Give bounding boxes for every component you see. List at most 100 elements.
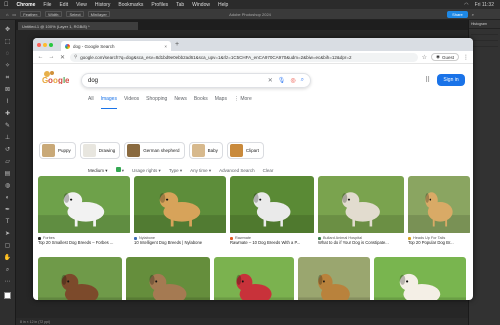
crop-tool-icon[interactable]: ⌗: [4, 74, 12, 82]
image-caption[interactable]: Top 20 Popular Dog Br...: [408, 240, 470, 245]
usage-rights-filter[interactable]: Usage rights ▾: [132, 168, 161, 174]
frame-tool-icon[interactable]: ⊠: [4, 86, 12, 94]
menu-help[interactable]: Help: [218, 2, 228, 8]
apple-logo-icon[interactable]: : [4, 2, 9, 8]
healing-brush-icon[interactable]: ✚: [4, 110, 12, 118]
reload-icon[interactable]: ✕: [59, 54, 66, 61]
history-brush-icon[interactable]: ↺: [4, 146, 12, 154]
menu-app-name[interactable]: Chrome: [17, 2, 36, 8]
bookmark-star-icon[interactable]: ☆: [422, 54, 427, 61]
path-select-icon[interactable]: ➤: [4, 230, 12, 238]
shape-tool-icon[interactable]: ▢: [4, 242, 12, 250]
tab-videos[interactable]: Videos: [124, 96, 139, 106]
move-tool-icon[interactable]: ✥: [4, 26, 12, 34]
close-tab-icon[interactable]: ×: [164, 44, 167, 49]
apps-grid-icon[interactable]: ⠿: [425, 76, 430, 84]
google-doodle-logo[interactable]: G o o g l e: [41, 70, 69, 84]
image-result-card[interactable]: Heads Up For Tails Top 20 Popular Dog Br.…: [408, 176, 470, 245]
type-filter[interactable]: Type ▾: [169, 168, 182, 174]
new-tab-icon[interactable]: +: [175, 41, 179, 48]
image-result-card[interactable]: RSPCADo I Need a Dog: Does it Deserve ..…: [214, 257, 294, 300]
site-info-icon[interactable]: ⚲: [74, 54, 77, 60]
browser-tab-active[interactable]: dog - Google Search ×: [61, 41, 171, 51]
dog-image-thumbnail[interactable]: [38, 257, 122, 300]
tab-shopping[interactable]: Shopping: [146, 96, 167, 106]
image-result-card[interactable]: Forbes Top 20 Smallest Dog Breeds – Forbe…: [38, 176, 130, 245]
advanced-search-link[interactable]: Advanced Search: [219, 168, 255, 173]
pen-tool-icon[interactable]: ✒: [4, 206, 12, 214]
menu-history[interactable]: History: [95, 2, 111, 8]
lens-search-icon[interactable]: ◎: [290, 77, 295, 84]
foreground-color-swatch[interactable]: [4, 292, 11, 299]
gradient-tool-icon[interactable]: ▤: [4, 170, 12, 178]
image-caption[interactable]: Rawmate – 10 Dog Breeds With a P...: [230, 240, 314, 245]
back-arrow-icon[interactable]: ←: [37, 54, 44, 60]
marquee-tool-icon[interactable]: ⬚: [4, 38, 12, 46]
search-input[interactable]: dog ✕ 🎙 ◎ ⌕: [81, 73, 311, 88]
zoom-tool-icon[interactable]: ⌕: [4, 266, 12, 274]
voice-search-icon[interactable]: 🎙: [278, 77, 286, 84]
image-result-card[interactable]: Aurora Animal HospitalTop 10 Dog Breeds …: [126, 257, 210, 300]
dog-image-thumbnail[interactable]: [298, 257, 370, 300]
more-tools-icon[interactable]: ⋯: [4, 278, 12, 286]
chip-drawing[interactable]: Drawing: [79, 142, 121, 159]
chip-baby[interactable]: Baby: [188, 142, 223, 159]
search-submit-icon[interactable]: ⌕: [301, 77, 304, 84]
type-tool-icon[interactable]: T: [4, 218, 12, 226]
chrome-menu-icon[interactable]: ⋮: [463, 54, 469, 61]
clear-search-icon[interactable]: ✕: [268, 77, 273, 84]
lasso-tool-icon[interactable]: ◌: [4, 50, 12, 58]
image-result-card[interactable]: Bullard Animal Hospital What to do if You…: [318, 176, 404, 245]
chip-german-shepherd[interactable]: German shepherd: [124, 142, 185, 159]
tab-news[interactable]: News: [174, 96, 187, 106]
dog-image-thumbnail[interactable]: [126, 257, 210, 300]
zoom-window-icon[interactable]: [49, 42, 53, 47]
guest-profile-button[interactable]: ◉ Guest: [431, 53, 459, 61]
dodge-tool-icon[interactable]: ◐: [4, 194, 12, 202]
tab-books[interactable]: Books: [194, 96, 208, 106]
image-result-card[interactable]: Dogs TrustHow to keep your dog away from…: [298, 257, 370, 300]
minimize-window-icon[interactable]: [43, 42, 47, 47]
image-caption[interactable]: 10 Intelligent Dog Breeds | Nylabone: [134, 240, 226, 245]
dog-image-thumbnail[interactable]: [38, 176, 130, 235]
magic-wand-icon[interactable]: ✧: [4, 62, 12, 70]
tab-more[interactable]: ⋮ More: [234, 96, 252, 106]
size-filter[interactable]: Medium ▾: [88, 168, 108, 174]
menu-tab[interactable]: Tab: [176, 2, 184, 8]
forward-arrow-icon[interactable]: →: [48, 54, 55, 60]
chip-puppy[interactable]: Puppy: [39, 142, 76, 159]
image-result-card[interactable]: WebboxTop 10 Dog 3-4 years - Heritage ..…: [38, 257, 122, 300]
wifi-icon[interactable]: ◠: [464, 2, 468, 8]
image-caption[interactable]: Top 20 Smallest Dog Breeds – Forbes ...: [38, 240, 130, 245]
stamp-tool-icon[interactable]: ⊥: [4, 134, 12, 142]
dog-image-thumbnail[interactable]: [318, 176, 404, 235]
time-filter[interactable]: Any time ▾: [190, 168, 211, 174]
menu-window[interactable]: Window: [192, 2, 210, 8]
image-result-card[interactable]: Nylabone 10 Intelligent Dog Breeds | Nyla…: [134, 176, 226, 245]
color-filter[interactable]: ▾: [115, 167, 124, 174]
tab-maps[interactable]: Maps: [215, 96, 227, 106]
eraser-tool-icon[interactable]: ▱: [4, 158, 12, 166]
menu-file[interactable]: File: [43, 2, 51, 8]
menu-view[interactable]: View: [76, 2, 87, 8]
clear-filters-link[interactable]: Clear: [263, 168, 274, 173]
dog-image-thumbnail[interactable]: [230, 176, 314, 235]
ps-document-tab[interactable]: Untitled-1 @ 100% (Layer 1, RGB/8) *: [18, 22, 138, 30]
menu-bookmarks[interactable]: Bookmarks: [118, 2, 143, 8]
hand-tool-icon[interactable]: ✋: [4, 254, 12, 262]
clock[interactable]: Fri 11:32: [475, 2, 494, 8]
image-result-card[interactable]: BatterseaIs Your Dog Picky? Struggling .…: [374, 257, 466, 300]
sign-in-button[interactable]: Sign in: [437, 74, 465, 86]
dog-image-thumbnail[interactable]: [214, 257, 294, 300]
image-caption[interactable]: What to do if Your Dog is Constipate...: [318, 240, 404, 245]
close-window-icon[interactable]: [37, 42, 41, 47]
eyedropper-icon[interactable]: ⌇: [4, 98, 12, 106]
address-bar[interactable]: ⚲ google.com/search?q=dog&sca_esv=8d1bd9…: [70, 52, 418, 62]
tab-all[interactable]: All: [88, 96, 94, 106]
blur-tool-icon[interactable]: ◍: [4, 182, 12, 190]
dog-image-thumbnail[interactable]: [134, 176, 226, 235]
brush-tool-icon[interactable]: ✎: [4, 122, 12, 130]
dog-image-thumbnail[interactable]: [408, 176, 470, 235]
tab-images[interactable]: Images: [100, 96, 118, 109]
chip-clipart[interactable]: Clipart: [226, 142, 264, 159]
